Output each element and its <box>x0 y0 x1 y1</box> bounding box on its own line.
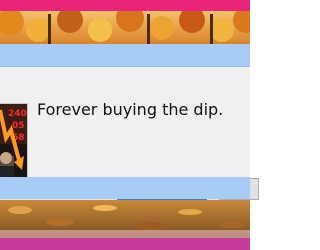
dialog-bottom-frame <box>0 177 250 199</box>
message-dialog: 240 05 68 Forever buying the dip. OK <box>0 44 259 200</box>
dialog-message: Forever buying the dip. <box>37 100 224 119</box>
falling-chart-image: 240 05 68 <box>0 104 27 184</box>
stock-chart-thumbnail: 240 05 68 <box>0 103 28 185</box>
dialog-client-area: 240 05 68 Forever buying the dip. OK <box>0 67 259 200</box>
chart-number-1: 240 <box>8 109 27 119</box>
dialog-title-bar[interactable] <box>0 44 250 67</box>
chart-number-2: 05 <box>12 121 25 131</box>
bottom-accent-stripe <box>0 238 250 250</box>
top-accent-stripe <box>0 0 250 11</box>
